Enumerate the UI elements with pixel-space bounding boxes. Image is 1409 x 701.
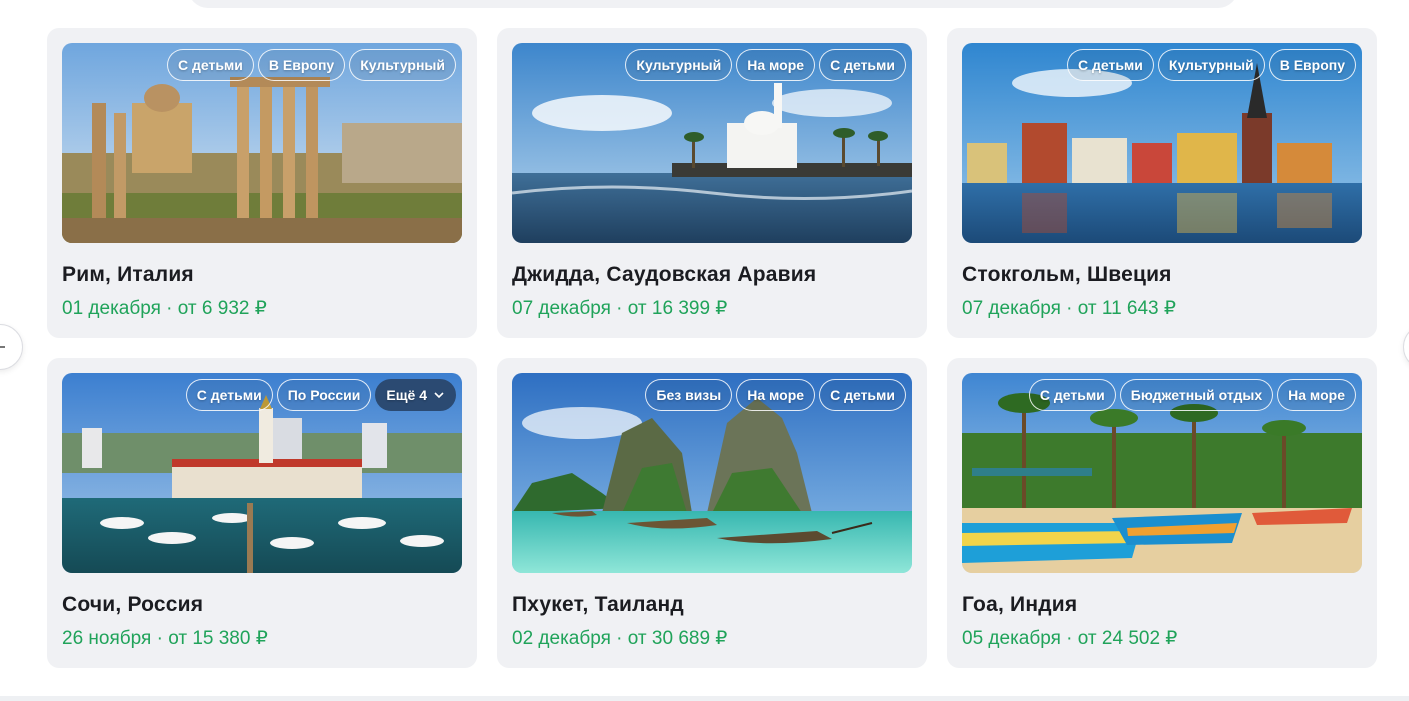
- meta-separator: ·: [1066, 298, 1078, 319]
- tag-chip[interactable]: С детьми: [1028, 379, 1116, 411]
- tag-list: С детьми По России Ещё 4: [185, 379, 456, 411]
- tag-chip[interactable]: В Европу: [1268, 49, 1356, 81]
- destination-meta: 07 декабря · от 16 399 ₽: [512, 297, 912, 320]
- destinations-grid: С детьми В Европу Культурный Рим, Италия…: [47, 28, 1377, 668]
- tag-chip[interactable]: Культурный: [625, 49, 733, 81]
- price-from: от 6 932 ₽: [177, 298, 267, 319]
- destination-meta: 02 декабря · от 30 689 ₽: [512, 627, 912, 650]
- destination-photo: С детьми По России Ещё 4: [62, 373, 462, 573]
- destination-photo: Без визы На море С детьми: [512, 373, 912, 573]
- price-from: от 16 399 ₽: [627, 298, 728, 319]
- tag-chip[interactable]: Культурный: [349, 49, 456, 81]
- meta-separator: ·: [616, 628, 628, 649]
- destination-title[interactable]: Пхукет, Таиланд: [512, 593, 912, 617]
- destination-title[interactable]: Рим, Италия: [62, 263, 462, 287]
- tag-list: С детьми Бюджетный отдых На море: [1028, 379, 1356, 411]
- tag-chip[interactable]: На море: [1277, 379, 1356, 411]
- price-from: от 24 502 ₽: [1077, 628, 1178, 649]
- destination-meta: 07 декабря · от 11 643 ₽: [962, 297, 1362, 320]
- tag-chip[interactable]: С детьми: [166, 49, 254, 81]
- destination-title[interactable]: Стокгольм, Швеция: [962, 263, 1362, 287]
- price-from: от 30 689 ₽: [627, 628, 728, 649]
- search-bar-bottom-edge: [188, 0, 1238, 8]
- destination-title[interactable]: Гоа, Индия: [962, 593, 1362, 617]
- destination-photo: С детьми В Европу Культурный: [62, 43, 462, 243]
- chevron-down-icon: [434, 392, 444, 399]
- tag-chip[interactable]: На море: [736, 379, 816, 411]
- destination-card-stockholm[interactable]: С детьми Культурный В Европу Стокгольм, …: [947, 28, 1377, 338]
- meta-separator: ·: [616, 298, 628, 319]
- price-from: от 15 380 ₽: [168, 628, 268, 649]
- tag-chip[interactable]: Без визы: [645, 379, 733, 411]
- more-tags-label: Ещё 4: [386, 387, 427, 403]
- destination-title[interactable]: Джидда, Саудовская Аравия: [512, 263, 912, 287]
- section-divider: [0, 696, 1409, 701]
- meta-separator: ·: [1066, 628, 1078, 649]
- tag-chip[interactable]: В Европу: [257, 49, 346, 81]
- destination-card-phuket[interactable]: Без визы На море С детьми Пхукет, Таилан…: [497, 358, 927, 668]
- departure-date: 01 декабря: [62, 298, 161, 319]
- destination-meta: 05 декабря · от 24 502 ₽: [962, 627, 1362, 650]
- tag-list: С детьми В Европу Культурный: [166, 49, 456, 81]
- tag-chip[interactable]: По России: [276, 379, 372, 411]
- departure-date: 02 декабря: [512, 628, 611, 649]
- tag-list: Культурный На море С детьми: [625, 49, 906, 81]
- price-from: от 11 643 ₽: [1077, 298, 1176, 319]
- tag-chip[interactable]: На море: [736, 49, 816, 81]
- tag-list: Без визы На море С детьми: [645, 379, 906, 411]
- tag-list: С детьми Культурный В Европу: [1066, 49, 1356, 81]
- tag-chip[interactable]: С детьми: [819, 49, 906, 81]
- tag-chip[interactable]: С детьми: [819, 379, 906, 411]
- departure-date: 07 декабря: [512, 298, 611, 319]
- carousel-next-button[interactable]: [1403, 324, 1409, 370]
- destination-card-sochi[interactable]: С детьми По России Ещё 4 Сочи, Россия 26…: [47, 358, 477, 668]
- destination-card-jeddah[interactable]: Культурный На море С детьми Джидда, Сауд…: [497, 28, 927, 338]
- tag-chip[interactable]: С детьми: [185, 379, 273, 411]
- tag-chip[interactable]: Бюджетный отдых: [1119, 379, 1274, 411]
- destination-card-rome[interactable]: С детьми В Европу Культурный Рим, Италия…: [47, 28, 477, 338]
- destination-photo: Культурный На море С детьми: [512, 43, 912, 243]
- departure-date: 05 декабря: [962, 628, 1061, 649]
- destination-photo: С детьми Культурный В Европу: [962, 43, 1362, 243]
- meta-separator: ·: [156, 628, 169, 649]
- departure-date: 07 декабря: [962, 298, 1061, 319]
- tag-chip[interactable]: Культурный: [1157, 49, 1265, 81]
- tag-chip[interactable]: С детьми: [1066, 49, 1154, 81]
- destination-photo: С детьми Бюджетный отдых На море: [962, 373, 1362, 573]
- destination-meta: 01 декабря · от 6 932 ₽: [62, 297, 462, 320]
- departure-date: 26 ноября: [62, 628, 152, 649]
- destination-meta: 26 ноября · от 15 380 ₽: [62, 627, 462, 650]
- carousel-prev-button[interactable]: [0, 324, 23, 370]
- destination-card-goa[interactable]: С детьми Бюджетный отдых На море Гоа, Ин…: [947, 358, 1377, 668]
- more-tags-button[interactable]: Ещё 4: [375, 379, 456, 411]
- destination-title[interactable]: Сочи, Россия: [62, 593, 462, 617]
- minus-icon: [0, 346, 5, 348]
- meta-separator: ·: [166, 298, 178, 319]
